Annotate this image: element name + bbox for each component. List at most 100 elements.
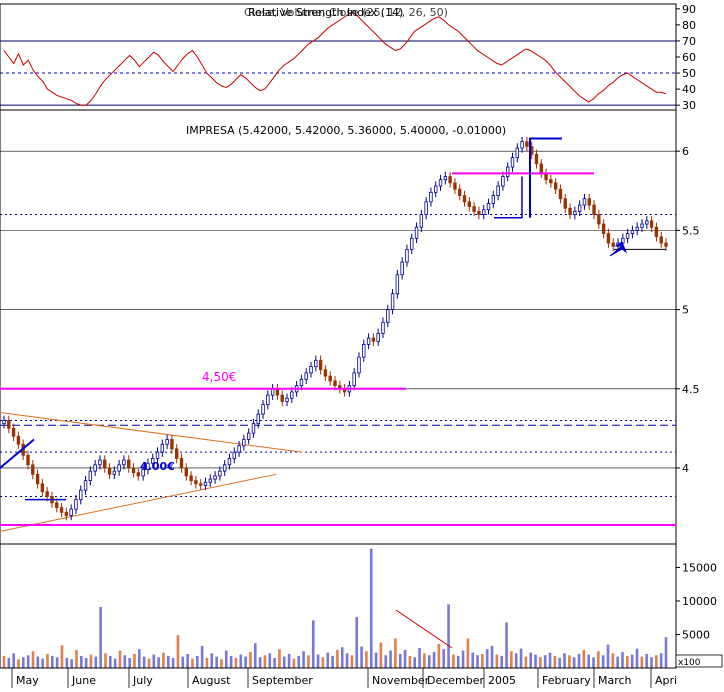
price-candle-body xyxy=(45,491,49,497)
volume-bar xyxy=(490,645,494,668)
price-candle-body xyxy=(434,185,438,193)
price-candle-body xyxy=(366,337,371,345)
volume-bar xyxy=(181,656,185,668)
price-panel-frame xyxy=(0,109,677,545)
price-candle-body xyxy=(395,274,400,295)
rsi-tick-label: 90 xyxy=(682,3,696,16)
volume-bar xyxy=(316,654,320,668)
volume-bar xyxy=(558,657,561,668)
price-tick-label: 4.5 xyxy=(682,383,700,396)
volume-bar xyxy=(292,658,296,668)
x-axis-label: 2005 xyxy=(488,674,516,687)
price-candle-body xyxy=(371,337,376,342)
price-candle-body xyxy=(7,420,11,429)
volume-bar xyxy=(452,654,455,668)
price-candle-body xyxy=(318,359,323,371)
volume-bar xyxy=(224,650,228,668)
price-candle-body xyxy=(83,480,88,491)
price-candle-body xyxy=(26,454,30,466)
price-candle-body xyxy=(2,420,6,425)
price-candle-body xyxy=(174,448,179,459)
price-candle-body xyxy=(122,459,126,466)
price-candle-body xyxy=(376,332,380,342)
volume-bar xyxy=(65,657,69,668)
volume-bar xyxy=(572,657,576,668)
volume-bar xyxy=(379,642,383,668)
price-tick-label: 6 xyxy=(682,145,689,158)
price-candle-body xyxy=(448,176,452,184)
price-candle-body xyxy=(74,499,78,510)
volume-bar xyxy=(437,643,441,668)
x-axis-label: May xyxy=(16,674,39,687)
volume-bar xyxy=(321,657,325,668)
volume-bar xyxy=(128,657,131,668)
volume-bar xyxy=(205,657,209,668)
volume-bar xyxy=(597,651,600,668)
volume-bar xyxy=(621,651,624,668)
volume-bar xyxy=(630,654,634,668)
price-candle-body xyxy=(443,176,448,181)
x-axis-label: December xyxy=(427,674,485,687)
price-candle-body xyxy=(79,489,83,501)
price-candle-body xyxy=(261,404,265,415)
volume-bar xyxy=(137,649,141,668)
volume-bar xyxy=(75,649,78,668)
volume-bar xyxy=(36,656,40,668)
volume-bar xyxy=(539,657,542,668)
volume-bar xyxy=(524,656,528,668)
price-candle-body xyxy=(587,198,591,206)
price-candle-body xyxy=(208,478,212,483)
volume-bar xyxy=(268,653,272,668)
volume-bar xyxy=(398,653,402,668)
volume-bar xyxy=(568,655,571,668)
price-candle-body xyxy=(453,182,457,190)
volume-bar xyxy=(389,650,392,668)
price-candle-body xyxy=(563,198,567,209)
volume-bar xyxy=(89,654,93,668)
volume-bar xyxy=(46,653,49,668)
volume-bar xyxy=(635,648,639,668)
volume-bar xyxy=(664,637,668,668)
price-candle-body xyxy=(333,380,337,387)
volume-bar xyxy=(355,617,359,668)
price-candle-body xyxy=(266,394,270,406)
volume-bar xyxy=(70,659,73,668)
x-axis-label: August xyxy=(192,674,231,687)
volume-bar xyxy=(427,655,431,668)
price-candle-body xyxy=(323,369,328,377)
price-tick-label: 4 xyxy=(682,462,689,475)
volume-bar xyxy=(7,657,11,668)
volume-bar xyxy=(55,657,59,668)
volume-bar xyxy=(104,653,107,668)
price-candle-body xyxy=(510,157,515,168)
volume-bar xyxy=(650,657,653,668)
volume-bar xyxy=(2,655,6,668)
x-axis-label: July xyxy=(132,674,153,687)
price-candle-body xyxy=(458,188,462,196)
volume-bar xyxy=(505,622,508,668)
price-candle-body xyxy=(314,359,318,367)
rsi-tick-label: 40 xyxy=(682,83,696,96)
volume-bar xyxy=(577,653,581,668)
price-candle-body xyxy=(189,475,193,482)
price-candle-body xyxy=(304,372,308,380)
volume-bar xyxy=(582,649,586,668)
price-candle-body xyxy=(539,163,543,174)
volume-bar xyxy=(461,650,465,668)
volume-bar xyxy=(369,548,373,668)
price-candle-body xyxy=(16,435,21,445)
annotation-450: 4,50€ xyxy=(202,370,236,384)
volume-bar xyxy=(592,657,595,668)
x-axis-label: Apri xyxy=(655,674,677,687)
price-candle-body xyxy=(520,141,524,149)
price-candle-body xyxy=(160,443,165,453)
volume-bar xyxy=(495,654,499,668)
volume-bar xyxy=(17,659,20,668)
price-candle-body xyxy=(419,214,424,228)
volume-bar xyxy=(500,655,504,668)
volume-bar xyxy=(80,655,83,668)
rsi-panel-frame xyxy=(0,3,677,111)
price-candle-body xyxy=(630,229,635,234)
price-candle-body xyxy=(601,223,606,234)
volume-bar xyxy=(152,654,156,668)
